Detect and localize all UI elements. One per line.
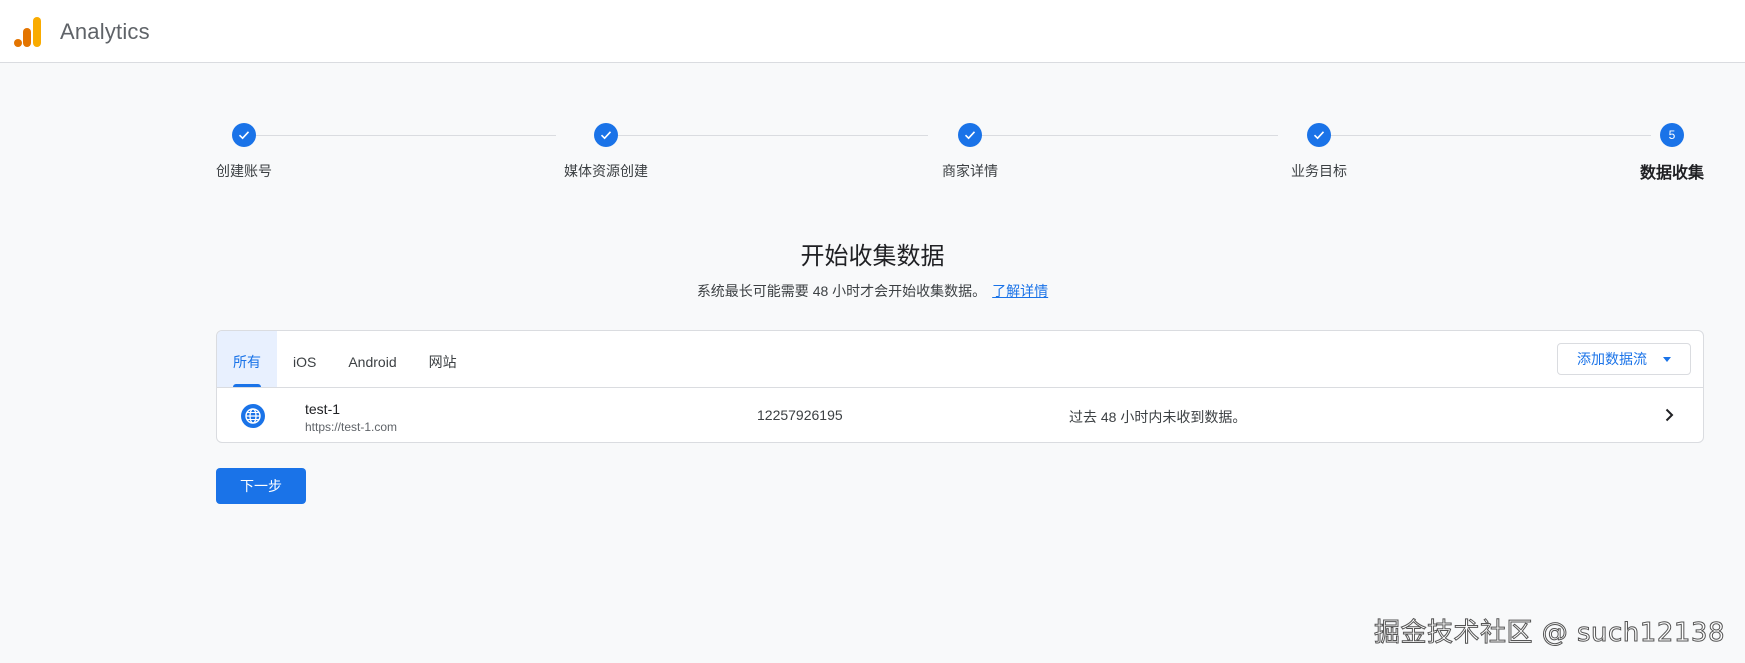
platform-tabs: 所有 iOS Android 网站 <box>217 331 473 387</box>
stream-id: 12257926195 <box>757 407 843 423</box>
subtitle-text: 系统最长可能需要 48 小时才会开始收集数据。 <box>696 283 987 299</box>
step-label: 业务目标 <box>1291 163 1347 179</box>
step-number: 5 <box>1660 123 1684 147</box>
data-stream-row[interactable]: test-1 https://test-1.com 12257926195 过去… <box>217 388 1703 442</box>
tab-all[interactable]: 所有 <box>217 331 277 387</box>
stream-name: test-1 <box>305 401 341 417</box>
step-business-details: 商家详情 <box>870 123 1070 181</box>
step-label: 数据收集 <box>1639 165 1704 182</box>
tab-web[interactable]: 网站 <box>413 331 473 387</box>
add-stream-button[interactable]: 添加数据流 <box>1557 343 1691 375</box>
next-button[interactable]: 下一步 <box>216 468 306 504</box>
top-app-bar: Analytics <box>0 0 1745 63</box>
step-property-creation: 媒体资源创建 <box>506 123 706 181</box>
add-stream-label: 添加数据流 <box>1577 351 1647 367</box>
step-business-objectives: 业务目标 <box>1219 123 1419 181</box>
step-label: 创建账号 <box>216 163 272 179</box>
data-streams-card: 所有 iOS Android 网站 添加数据流 test-1 https://t… <box>216 330 1704 443</box>
step-create-account: 创建账号 <box>144 123 344 181</box>
check-icon <box>958 123 982 147</box>
page-subtitle: 系统最长可能需要 48 小时才会开始收集数据。 了解详情 <box>0 281 1745 301</box>
step-data-collection: 5 数据收集 <box>1572 123 1745 183</box>
analytics-logo-icon[interactable] <box>14 17 42 47</box>
setup-stepper: 创建账号 媒体资源创建 商家详情 业务目标 5 数据收集 <box>216 112 1706 192</box>
tab-ios[interactable]: iOS <box>277 331 332 387</box>
tab-android[interactable]: Android <box>332 331 412 387</box>
watermark: 掘金技术社区 @ such12138 <box>1373 618 1725 649</box>
page-title: 开始收集数据 <box>800 243 945 270</box>
check-icon <box>1307 123 1331 147</box>
step-label: 媒体资源创建 <box>564 163 648 179</box>
learn-more-link[interactable]: 了解详情 <box>992 283 1048 299</box>
check-icon <box>594 123 618 147</box>
chevron-right-icon[interactable] <box>1661 407 1677 423</box>
check-icon <box>232 123 256 147</box>
stream-status: 过去 48 小时内未收到数据。 <box>1069 409 1247 425</box>
step-label: 商家详情 <box>942 163 998 179</box>
stream-url: https://test-1.com <box>305 420 398 434</box>
dropdown-arrow-icon <box>1663 356 1671 362</box>
globe-icon <box>241 404 265 428</box>
app-title: Analytics <box>60 19 150 44</box>
